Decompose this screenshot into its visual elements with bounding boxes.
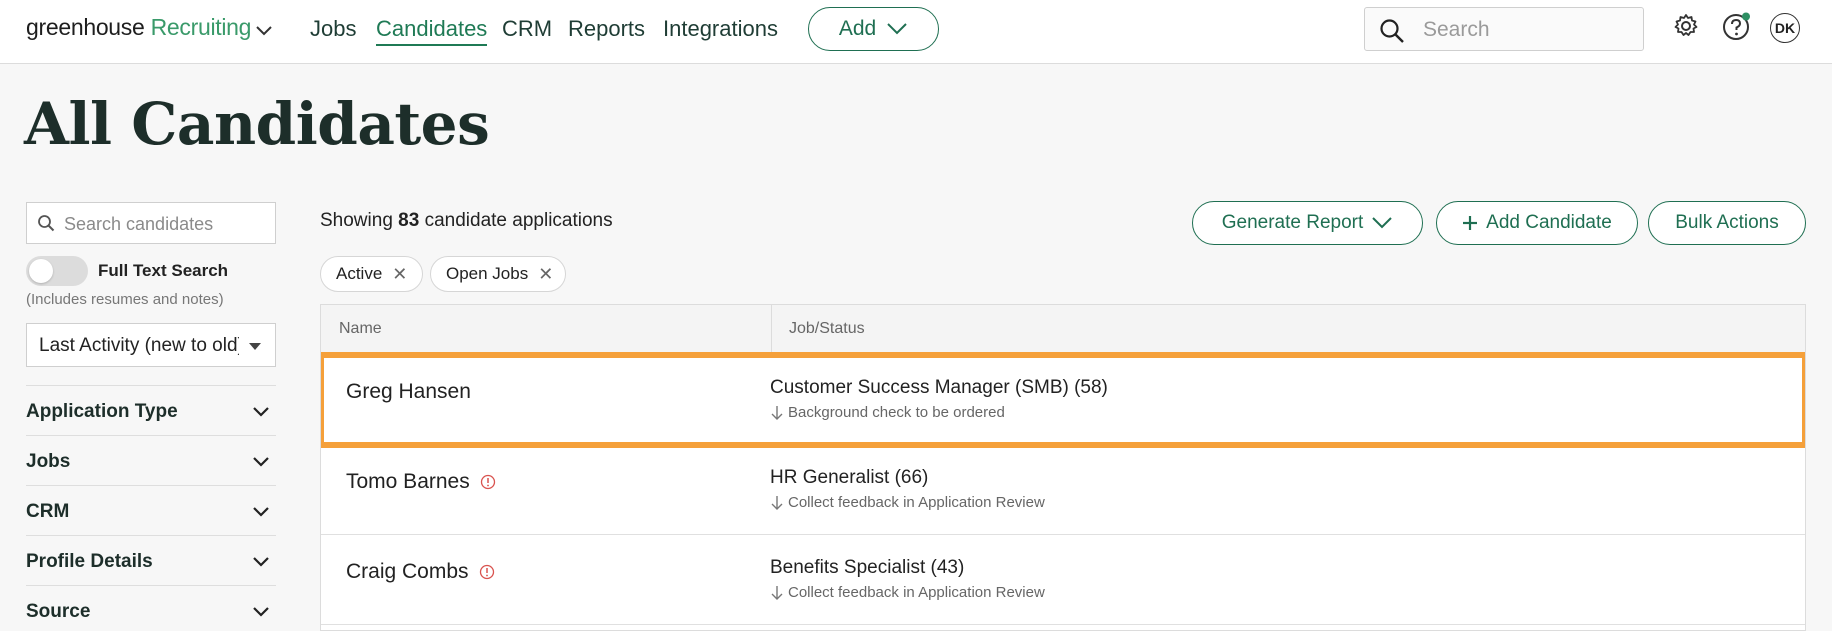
candidate-name-link[interactable]: Craig Combs bbox=[346, 560, 495, 586]
help-icon[interactable] bbox=[1722, 12, 1752, 47]
divider bbox=[26, 385, 276, 386]
application-status: Collect feedback in Application Review bbox=[770, 494, 1045, 511]
add-candidate-label: Add Candidate bbox=[1486, 212, 1612, 233]
search-icon bbox=[1379, 18, 1405, 49]
divider bbox=[26, 485, 276, 486]
plus-icon bbox=[1463, 216, 1478, 230]
candidate-name-link[interactable]: Tomo Barnes bbox=[346, 470, 496, 496]
column-header-name[interactable]: Name bbox=[339, 320, 382, 338]
greenhouse-logo[interactable]: greenhouse Recruiting bbox=[26, 14, 251, 41]
divider bbox=[26, 435, 276, 436]
full-text-search-hint: (Includes resumes and notes) bbox=[26, 291, 224, 308]
candidate-name: Greg Hansen bbox=[346, 380, 471, 403]
nav-jobs[interactable]: Jobs bbox=[310, 16, 356, 42]
facet-label: Application Type bbox=[26, 401, 178, 422]
job-name[interactable]: Benefits Specialist (43) bbox=[770, 557, 964, 579]
filter-chip-open-jobs: Open Jobs ✕ bbox=[430, 256, 566, 292]
candidate-name-link[interactable]: Greg Hansen bbox=[346, 380, 471, 404]
arrow-down-icon bbox=[771, 495, 783, 510]
column-separator bbox=[771, 305, 772, 355]
gear-icon[interactable] bbox=[1672, 12, 1700, 45]
chevron-down-icon bbox=[252, 605, 270, 623]
candidate-search[interactable] bbox=[26, 202, 276, 244]
global-search-input[interactable] bbox=[1423, 16, 1623, 44]
full-text-search-label: Full Text Search bbox=[98, 261, 229, 280]
nav-reports[interactable]: Reports bbox=[568, 16, 645, 42]
chevron-down-icon bbox=[252, 505, 270, 523]
nav-candidates[interactable]: Candidates bbox=[376, 16, 488, 46]
chevron-down-icon bbox=[1372, 217, 1392, 229]
status-text: Collect feedback in Application Review bbox=[788, 584, 1045, 601]
facet-label: Jobs bbox=[26, 451, 71, 472]
search-icon bbox=[37, 214, 55, 237]
product-switcher-chevron-icon[interactable] bbox=[254, 20, 274, 45]
nav-integrations[interactable]: Integrations bbox=[663, 16, 778, 42]
sort-select[interactable]: Last Activity (new to old) bbox=[26, 323, 276, 367]
generate-report-button[interactable]: Generate Report bbox=[1192, 201, 1423, 245]
warning-icon bbox=[479, 562, 495, 586]
bulk-actions-label: Bulk Actions bbox=[1675, 212, 1779, 233]
filter-chip-label: Active bbox=[336, 264, 383, 283]
add-candidate-button[interactable]: Add Candidate bbox=[1436, 201, 1638, 245]
page-title: All Candidates bbox=[24, 90, 490, 158]
candidate-name: Craig Combs bbox=[346, 560, 469, 583]
status-text: Background check to be ordered bbox=[788, 404, 1005, 421]
chevron-down-icon bbox=[252, 405, 270, 423]
job-name[interactable]: HR Generalist (66) bbox=[770, 467, 928, 489]
divider bbox=[26, 535, 276, 536]
table-row[interactable]: Tomo Barnes HR Generalist (66) Collect f… bbox=[321, 445, 1805, 535]
application-status: Collect feedback in Application Review bbox=[770, 584, 1045, 601]
facet-jobs[interactable]: Jobs bbox=[26, 447, 276, 477]
table-row[interactable]: Craig Combs Benefits Specialist (43) Col… bbox=[321, 535, 1805, 625]
candidate-search-input[interactable] bbox=[64, 212, 264, 236]
candidates-table: Name Job/Status Greg Hansen Customer Suc… bbox=[320, 304, 1806, 631]
application-status: Background check to be ordered bbox=[770, 404, 1005, 421]
toggle-knob bbox=[29, 259, 53, 283]
status-text: Collect feedback in Application Review bbox=[788, 494, 1045, 511]
add-button[interactable]: Add bbox=[808, 7, 939, 51]
generate-report-label: Generate Report bbox=[1221, 212, 1364, 233]
results-number: 83 bbox=[398, 210, 420, 231]
results-prefix: Showing bbox=[320, 210, 393, 231]
results-suffix: candidate applications bbox=[424, 210, 613, 231]
table-header: Name Job/Status bbox=[321, 305, 1805, 355]
bulk-actions-button[interactable]: Bulk Actions bbox=[1648, 201, 1806, 245]
nav-crm[interactable]: CRM bbox=[502, 16, 552, 42]
arrow-down-icon bbox=[771, 405, 783, 420]
top-navigation-bar: greenhouse Recruiting Jobs Candidates CR… bbox=[0, 0, 1832, 64]
sort-select-value: Last Activity (new to old) bbox=[39, 335, 239, 356]
facet-label: CRM bbox=[26, 501, 70, 522]
arrow-down-icon bbox=[771, 585, 783, 600]
facet-crm[interactable]: CRM bbox=[26, 497, 276, 527]
column-header-job-status[interactable]: Job/Status bbox=[789, 320, 865, 338]
close-icon[interactable]: ✕ bbox=[392, 264, 407, 285]
candidate-name: Tomo Barnes bbox=[346, 470, 470, 493]
table-row[interactable]: Greg Hansen Customer Success Manager (SM… bbox=[321, 352, 1805, 448]
job-name[interactable]: Customer Success Manager (SMB) (58) bbox=[770, 377, 1108, 399]
logo-text-greenhouse: greenhouse bbox=[26, 14, 145, 40]
divider bbox=[26, 585, 276, 586]
logo-text-recruiting: Recruiting bbox=[150, 14, 252, 40]
facet-application-type[interactable]: Application Type bbox=[26, 397, 276, 427]
facet-label: Profile Details bbox=[26, 551, 153, 572]
chevron-down-icon bbox=[887, 23, 907, 35]
results-count: Showing 83 candidate applications bbox=[320, 210, 613, 232]
user-avatar[interactable]: DK bbox=[1770, 13, 1800, 43]
filter-chip-label: Open Jobs bbox=[446, 264, 529, 283]
chevron-down-icon bbox=[252, 455, 270, 473]
full-text-search-toggle[interactable] bbox=[26, 256, 88, 286]
add-button-label: Add bbox=[838, 17, 877, 40]
facet-source[interactable]: Source bbox=[26, 597, 276, 627]
global-search[interactable] bbox=[1364, 7, 1644, 51]
warning-icon bbox=[480, 472, 496, 496]
caret-down-icon bbox=[249, 343, 261, 350]
chevron-down-icon bbox=[252, 555, 270, 573]
facet-label: Source bbox=[26, 601, 91, 622]
filter-chip-active: Active ✕ bbox=[320, 256, 423, 292]
close-icon[interactable]: ✕ bbox=[538, 264, 553, 285]
facet-profile-details[interactable]: Profile Details bbox=[26, 547, 276, 577]
